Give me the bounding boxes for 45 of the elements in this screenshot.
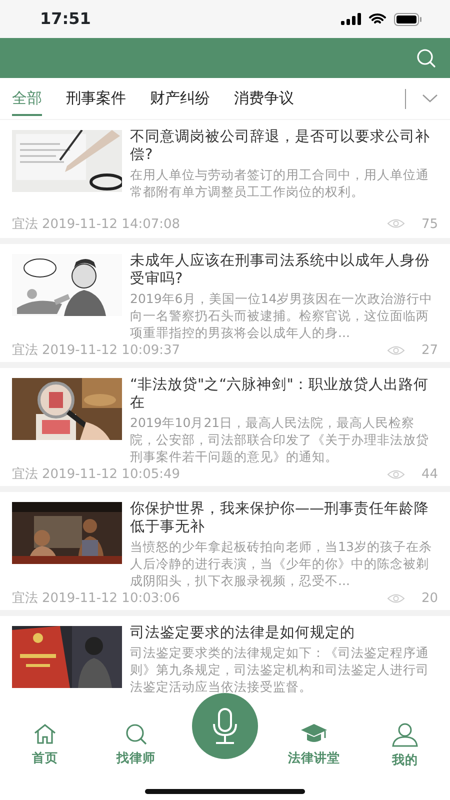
article-source: 宜法: [12, 590, 38, 608]
article-source: 宜法: [12, 342, 38, 360]
category-tab[interactable]: 财产纠纷: [150, 80, 210, 116]
article-summary: 在用人单位与劳动者签订的用工合同中，用人单位通常都附有单方调整员工工作岗位的权利。: [130, 166, 430, 200]
article-time: 2019-11-12 14:07:08: [42, 216, 180, 234]
microphone-icon: [210, 708, 240, 744]
search-icon: [124, 723, 148, 745]
article-title[interactable]: “非法放贷"之“六脉神剑"：职业放贷人出路何在: [130, 376, 438, 412]
article-summary: 司法鉴定要求类的法律规定如下：《司法鉴定程序通则》第九条规定，司法鉴定机构和司法鉴定人进行司法鉴定活动应当依法接受监督。: [130, 644, 430, 695]
view-count: 44: [421, 466, 438, 484]
category-tab[interactable]: 消费争议: [234, 80, 294, 116]
view-count: 27: [421, 342, 438, 360]
eye-icon: [387, 592, 406, 604]
eye-icon: [387, 344, 406, 356]
eye-icon: [387, 468, 406, 480]
nav-tab[interactable]: 我的: [370, 723, 440, 770]
user-icon: [392, 723, 418, 747]
view-count: 75: [421, 216, 438, 234]
article-source: 宜法: [12, 466, 38, 484]
view-count: 20: [421, 590, 438, 608]
nav-tab[interactable]: 法律讲堂: [279, 723, 349, 768]
category-tab[interactable]: 刑事案件: [66, 80, 126, 116]
article-time: 2019-11-12 10:03:06: [42, 590, 180, 608]
article-title[interactable]: 未成年人应该在刑事司法系统中以成年人身份受审吗?: [130, 252, 438, 288]
search-icon[interactable]: [416, 48, 436, 68]
category-tab[interactable]: 全部: [12, 80, 42, 116]
graduation-cap-icon: [300, 723, 328, 745]
article-source: 宜法: [12, 216, 38, 234]
article-title[interactable]: 不同意调岗被公司辞退，是否可以要求公司补偿?: [130, 128, 438, 164]
eye-icon: [387, 218, 406, 230]
article-title[interactable]: 司法鉴定要求的法律是如何规定的: [130, 624, 438, 642]
home-icon: [33, 723, 57, 745]
chevron-down-icon[interactable]: [422, 94, 438, 103]
nav-tab[interactable]: 首页: [10, 723, 80, 768]
article-title[interactable]: 你保护世界，我来保护你——刑事责任年龄降低于事无补: [130, 500, 438, 536]
signal-icon: [341, 13, 361, 25]
clock: 17:51: [40, 8, 91, 30]
article-time: 2019-11-12 10:09:37: [42, 342, 180, 360]
nav-tab[interactable]: 找律师: [101, 723, 171, 768]
article-summary: 2019年6月，美国一位14岁男孩因在一次政治游行中向一名警察扔石头而被逮捕。检察官说，这位面临两项重罪指控的男孩将会以成年人的身...: [130, 290, 434, 341]
article-summary: 2019年10月21日，最高人民法院，最高人民检察院，公安部，司法部联合印发了《关于办理非法放贷刑事案件若干问题的意见》的通知。: [130, 414, 430, 465]
wifi-icon: [369, 13, 386, 25]
article-time: 2019-11-12 10:05:49: [42, 466, 180, 484]
battery-icon: [394, 12, 422, 26]
article-summary: 当愤怒的少年拿起板砖拍向老师，当13岁的孩子在杀人后冷静的进行表演，当《少年的你》中的陈念被剃成阴阳头，扒下衣服录视频，忍受不...: [130, 538, 433, 589]
